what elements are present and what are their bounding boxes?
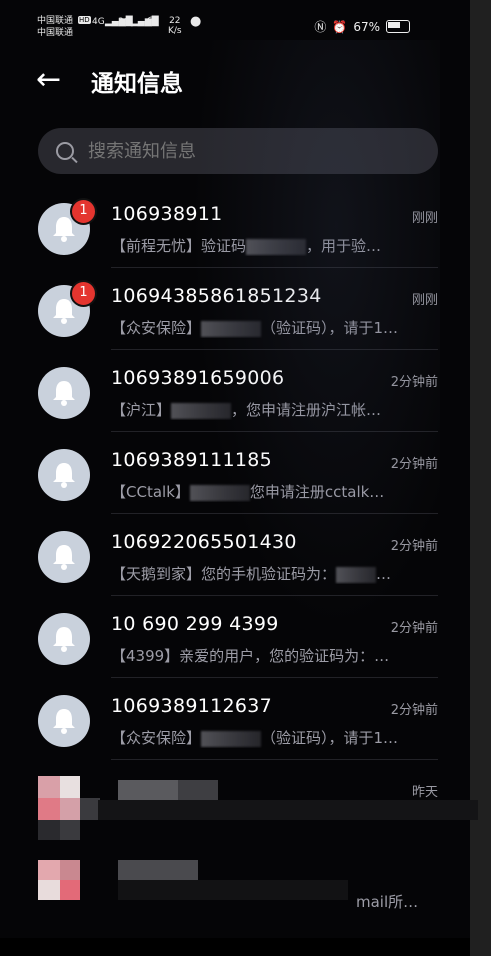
bell-icon bbox=[53, 709, 75, 734]
preview-text: 【4399】亲爱的用户，您的验证码为：… bbox=[111, 647, 390, 665]
list-item[interactable]: 1 10694385861851234 刚刚 【众安保险】 （验证码），请于1… bbox=[0, 268, 470, 350]
preview: 【沪江】 ，您申请注册沪江帐… bbox=[111, 399, 437, 420]
chat-icon: ● bbox=[190, 14, 202, 29]
carrier-info: 中国联通 中国联通 bbox=[37, 15, 73, 39]
redacted-code bbox=[246, 238, 307, 255]
time: 2分钟前 bbox=[390, 703, 438, 718]
bell-icon bbox=[53, 381, 75, 406]
search-bar[interactable] bbox=[38, 128, 438, 174]
preview: 【众安保险】 （验证码），请于1… bbox=[111, 727, 437, 748]
list-item[interactable]: 106922065501430 2分钟前 【天鹅到家】您的手机验证码为： … bbox=[0, 514, 470, 596]
preview: 【前程无忧】验证码 ，用于验… bbox=[111, 235, 437, 256]
time: 2分钟前 bbox=[390, 375, 438, 390]
hd-badge: HD bbox=[78, 16, 91, 24]
time: 2分钟前 bbox=[390, 621, 438, 636]
redacted-area bbox=[38, 776, 478, 916]
speed-value: 22 bbox=[169, 16, 181, 26]
preview: 【天鹅到家】您的手机验证码为： … bbox=[111, 563, 437, 584]
avatar bbox=[38, 531, 90, 583]
battery-icon bbox=[386, 20, 410, 33]
list-item[interactable]: 10693891659006 2分钟前 【沪江】 ，您申请注册沪江帐… bbox=[0, 350, 470, 432]
bell-icon bbox=[53, 627, 75, 652]
preview: 【CCtalk】 您申请注册cctalk… bbox=[111, 481, 437, 502]
time: 2分钟前 bbox=[390, 539, 438, 554]
preview-text-end: （验证码），请于1… bbox=[261, 319, 399, 337]
avatar bbox=[38, 367, 90, 419]
preview: 【4399】亲爱的用户，您的验证码为：… bbox=[111, 645, 437, 666]
preview-text: 【前程无忧】验证码 bbox=[111, 237, 247, 255]
redacted-code bbox=[201, 730, 262, 747]
signal-3g: 3G bbox=[118, 17, 131, 27]
sender: 10693891659006 bbox=[111, 367, 285, 389]
list-item[interactable]: 1 106938911 刚刚 【前程无忧】验证码 ，用于验… bbox=[0, 186, 470, 268]
network-speed: 22 K/s bbox=[168, 16, 182, 36]
header: ← 通知信息 bbox=[0, 56, 470, 104]
preview-text-end: ，您申请注册沪江帐… bbox=[231, 401, 382, 419]
sender: 1069389111185 bbox=[111, 449, 273, 471]
preview-text: 【天鹅到家】您的手机验证码为： bbox=[111, 565, 337, 583]
bell-icon bbox=[53, 545, 75, 570]
sender: 106922065501430 bbox=[111, 531, 297, 553]
sender: 10 690 299 4399 bbox=[111, 613, 279, 635]
preview-text-end: … bbox=[376, 565, 392, 583]
sender: 106938911 bbox=[111, 203, 223, 225]
status-right: Ⓝ ⏰ 67% bbox=[314, 18, 410, 35]
redacted-code bbox=[171, 402, 232, 419]
preview-text-end: 您申请注册cctalk… bbox=[249, 483, 385, 501]
divider bbox=[111, 759, 438, 760]
speed-unit: K/s bbox=[168, 26, 182, 36]
time: 刚刚 bbox=[411, 211, 438, 226]
avatar bbox=[38, 695, 90, 747]
redacted-code bbox=[189, 484, 250, 501]
preview-text: 【众安保险】 bbox=[111, 319, 202, 337]
nav-bar bbox=[0, 938, 470, 956]
redacted-code bbox=[201, 320, 262, 337]
preview-text: 【众安保险】 bbox=[111, 729, 202, 747]
avatar bbox=[38, 613, 90, 665]
back-arrow-icon[interactable]: ← bbox=[36, 62, 61, 97]
wifi-icon: ◠ bbox=[146, 14, 158, 29]
list-item[interactable]: 10 690 299 4399 2分钟前 【4399】亲爱的用户，您的验证码为：… bbox=[0, 596, 470, 678]
sender: 10694385861851234 bbox=[111, 285, 322, 307]
unread-badge: 1 bbox=[70, 198, 97, 225]
search-input[interactable] bbox=[86, 139, 420, 163]
signal-4g: 4G bbox=[92, 17, 105, 27]
time: 2分钟前 bbox=[390, 457, 438, 472]
avatar bbox=[38, 449, 90, 501]
alarm-icon: ⏰ bbox=[332, 19, 348, 34]
message-list: 1 106938911 刚刚 【前程无忧】验证码 ，用于验… 1 10694385… bbox=[0, 186, 470, 760]
search-icon bbox=[56, 142, 74, 160]
sender: 1069389112637 bbox=[111, 695, 273, 717]
preview-text-end: ，用于验… bbox=[306, 237, 382, 255]
preview-text: 【沪江】 bbox=[111, 401, 172, 419]
preview-text: 【CCtalk】 bbox=[111, 483, 190, 501]
nfc-icon: Ⓝ bbox=[314, 20, 327, 34]
list-item[interactable]: 1069389111185 2分钟前 【CCtalk】 您申请注册cctalk… bbox=[0, 432, 470, 514]
redacted-code bbox=[336, 566, 377, 583]
carrier-1: 中国联通 bbox=[37, 16, 74, 26]
list-item[interactable]: 1069389112637 2分钟前 【众安保险】 （验证码），请于1… bbox=[0, 678, 470, 760]
bell-icon bbox=[53, 463, 75, 488]
battery-percent: 67% bbox=[353, 19, 380, 34]
time: 刚刚 bbox=[411, 293, 438, 308]
status-bar: 中国联通 中国联通 HD 4G ▂▄▆█ 3G ▂▄▆█ ◠ 22 K/s ● … bbox=[0, 0, 470, 44]
unread-badge: 1 bbox=[70, 280, 97, 307]
preview-text-end: （验证码），请于1… bbox=[261, 729, 399, 747]
carrier-2: 中国联通 bbox=[37, 28, 74, 38]
page-title: 通知信息 bbox=[91, 71, 183, 97]
preview: 【众安保险】 （验证码），请于1… bbox=[111, 317, 437, 338]
